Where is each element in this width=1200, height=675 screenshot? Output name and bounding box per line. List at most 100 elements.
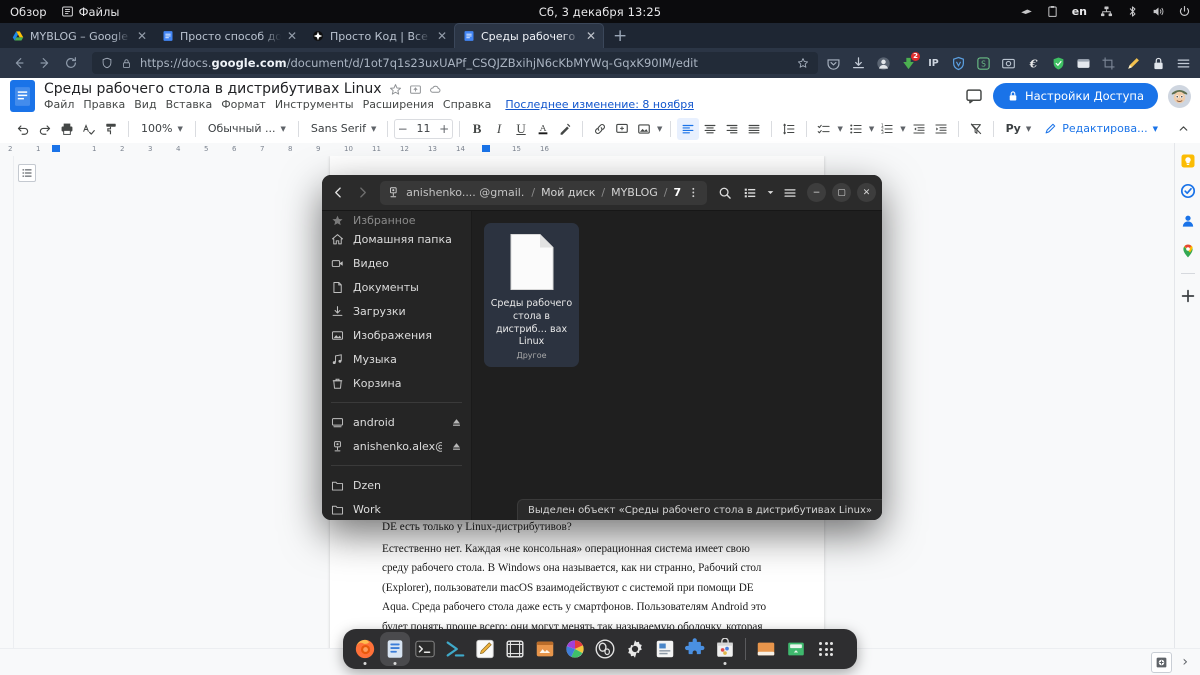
menu-item-format[interactable]: Формат: [221, 98, 266, 111]
fm-view-list-button[interactable]: [739, 182, 761, 204]
sidebar-item-videos[interactable]: Видео: [322, 251, 471, 275]
contacts-icon[interactable]: [1180, 213, 1196, 229]
files-app-menu[interactable]: Файлы: [61, 5, 119, 19]
input-tools-dropdown[interactable]: Ру ▼: [1000, 119, 1038, 139]
browser-tab-1[interactable]: Просто способ добавлен ✕: [154, 24, 304, 48]
clipboard-icon[interactable]: [1046, 5, 1059, 18]
reload-button[interactable]: [58, 50, 84, 76]
adblock-icon[interactable]: 2: [901, 51, 920, 71]
fm-crumb-current[interactable]: 7: [674, 186, 682, 199]
sidebar-item-documents[interactable]: Документы: [322, 275, 471, 299]
image-options-dropdown[interactable]: ▼: [655, 119, 664, 139]
highlight-button[interactable]: [554, 118, 576, 140]
fm-crumb-myblog[interactable]: MYBLOG: [611, 186, 658, 199]
italic-button[interactable]: I: [488, 118, 510, 140]
dock-item-powershell[interactable]: [440, 632, 470, 666]
green-shield-icon[interactable]: [1051, 56, 1066, 71]
dock-item-terminal[interactable]: [410, 632, 440, 666]
browser-tab-0-close[interactable]: ✕: [137, 30, 147, 42]
fm-forward-button[interactable]: [352, 182, 372, 204]
dock-item-obs-studio[interactable]: [590, 632, 620, 666]
vertical-ruler[interactable]: [0, 156, 14, 675]
align-center-button[interactable]: [699, 118, 721, 140]
path-menu-icon[interactable]: [687, 185, 700, 200]
dock-item-text-editor[interactable]: [470, 632, 500, 666]
keyboard-language-indicator[interactable]: en: [1072, 5, 1087, 18]
insert-image-button[interactable]: [633, 118, 655, 140]
ruler-left-margin-marker[interactable]: [52, 145, 60, 152]
new-tab-button[interactable]: +: [604, 24, 636, 48]
fm-minimize-button[interactable]: −: [807, 183, 826, 202]
eject-icon[interactable]: [451, 441, 462, 452]
shield-vpn-icon[interactable]: [951, 56, 966, 71]
bold-button[interactable]: B: [466, 118, 488, 140]
dock-item-presentation[interactable]: [650, 632, 680, 666]
browser-icon[interactable]: [1076, 56, 1091, 71]
last-edit-link[interactable]: Последнее изменение: 8 ноября: [505, 98, 693, 111]
dock-item-drawer[interactable]: [751, 632, 781, 666]
decrease-indent-button[interactable]: [908, 118, 930, 140]
file-tile[interactable]: Среды рабочего стола в дистриб… вах Linu…: [484, 223, 579, 368]
eject-icon[interactable]: [451, 417, 462, 428]
browser-tab-0[interactable]: MYBLOG – Google Диск ✕: [4, 24, 154, 48]
print-button[interactable]: [56, 118, 78, 140]
document-outline-button[interactable]: [18, 164, 36, 182]
undo-button[interactable]: [12, 118, 34, 140]
sidebar-item-dzen[interactable]: Dzen: [322, 473, 471, 497]
dock-item-settings[interactable]: [620, 632, 650, 666]
sidebar-item-music[interactable]: Музыка: [322, 347, 471, 371]
forward-button[interactable]: [32, 50, 58, 76]
numbered-list-button[interactable]: 123: [876, 118, 898, 140]
spellcheck-button[interactable]: [78, 118, 100, 140]
sidebar-item-images[interactable]: Изображения: [322, 323, 471, 347]
paragraph-style-dropdown[interactable]: Обычный ... ▼: [202, 119, 292, 139]
dock-item-show-apps[interactable]: [811, 632, 841, 666]
dock-item-files[interactable]: [380, 632, 410, 666]
account-icon[interactable]: [876, 56, 891, 71]
star-icon[interactable]: [389, 83, 402, 96]
horizontal-ruler[interactable]: 2 1 1 2 3 4 5 6 7 8 9 10 11 12 13 14 15 …: [0, 143, 1174, 156]
add-comment-button[interactable]: [611, 118, 633, 140]
editing-mode-dropdown[interactable]: Редактирова... ▼: [1037, 118, 1165, 140]
sidebar-item-android[interactable]: android: [322, 410, 471, 434]
share-button[interactable]: Настройки Доступа: [992, 83, 1158, 109]
bookmark-star-icon[interactable]: [797, 57, 809, 69]
fm-back-button[interactable]: [328, 182, 348, 204]
font-size-increase[interactable]: +: [436, 122, 452, 136]
font-size-stepper[interactable]: − 11 +: [393, 118, 454, 139]
align-left-button[interactable]: [677, 117, 700, 140]
browser-tab-1-close[interactable]: ✕: [287, 30, 297, 42]
numbered-list-dropdown[interactable]: ▼: [898, 119, 907, 139]
browser-tab-3-close[interactable]: ✕: [586, 30, 596, 42]
move-folder-icon[interactable]: [409, 83, 422, 96]
ruler-right-margin-marker[interactable]: [482, 145, 490, 152]
sidebar-item-work[interactable]: Work: [322, 497, 471, 520]
back-button[interactable]: [6, 50, 32, 76]
maps-icon[interactable]: [1180, 243, 1196, 259]
paint-format-button[interactable]: [100, 118, 122, 140]
downloads-icon[interactable]: [851, 56, 866, 71]
add-apps-icon[interactable]: [1180, 288, 1196, 304]
dock-item-gimp[interactable]: [560, 632, 590, 666]
increase-indent-button[interactable]: [930, 118, 952, 140]
align-justify-button[interactable]: [743, 118, 765, 140]
document-title[interactable]: Среды рабочего стола в дистрибутивах Lin…: [44, 81, 382, 97]
comment-history-icon[interactable]: [965, 87, 983, 105]
file-manager-content[interactable]: Среды рабочего стола в дистриб… вах Linu…: [472, 211, 882, 520]
bulleted-list-dropdown[interactable]: ▼: [867, 119, 876, 139]
avatar[interactable]: [1168, 84, 1191, 108]
menu-item-help[interactable]: Справка: [443, 98, 491, 111]
crop-icon[interactable]: [1101, 56, 1116, 71]
menu-item-file[interactable]: Файл: [44, 98, 74, 111]
bulleted-list-button[interactable]: [845, 118, 867, 140]
euro-icon[interactable]: €: [1026, 56, 1041, 71]
browser-tab-3[interactable]: Среды рабочего стола в ✕: [454, 23, 604, 48]
keep-icon[interactable]: [1180, 153, 1196, 169]
insert-link-button[interactable]: [589, 118, 611, 140]
redo-button[interactable]: [34, 118, 56, 140]
fm-view-dropdown-button[interactable]: [764, 182, 776, 204]
fm-main-menu-button[interactable]: [779, 182, 801, 204]
menu-item-extensions[interactable]: Расширения: [363, 98, 434, 111]
cloud-status-icon[interactable]: [429, 83, 442, 96]
zoom-dropdown[interactable]: 100% ▼: [135, 119, 189, 139]
